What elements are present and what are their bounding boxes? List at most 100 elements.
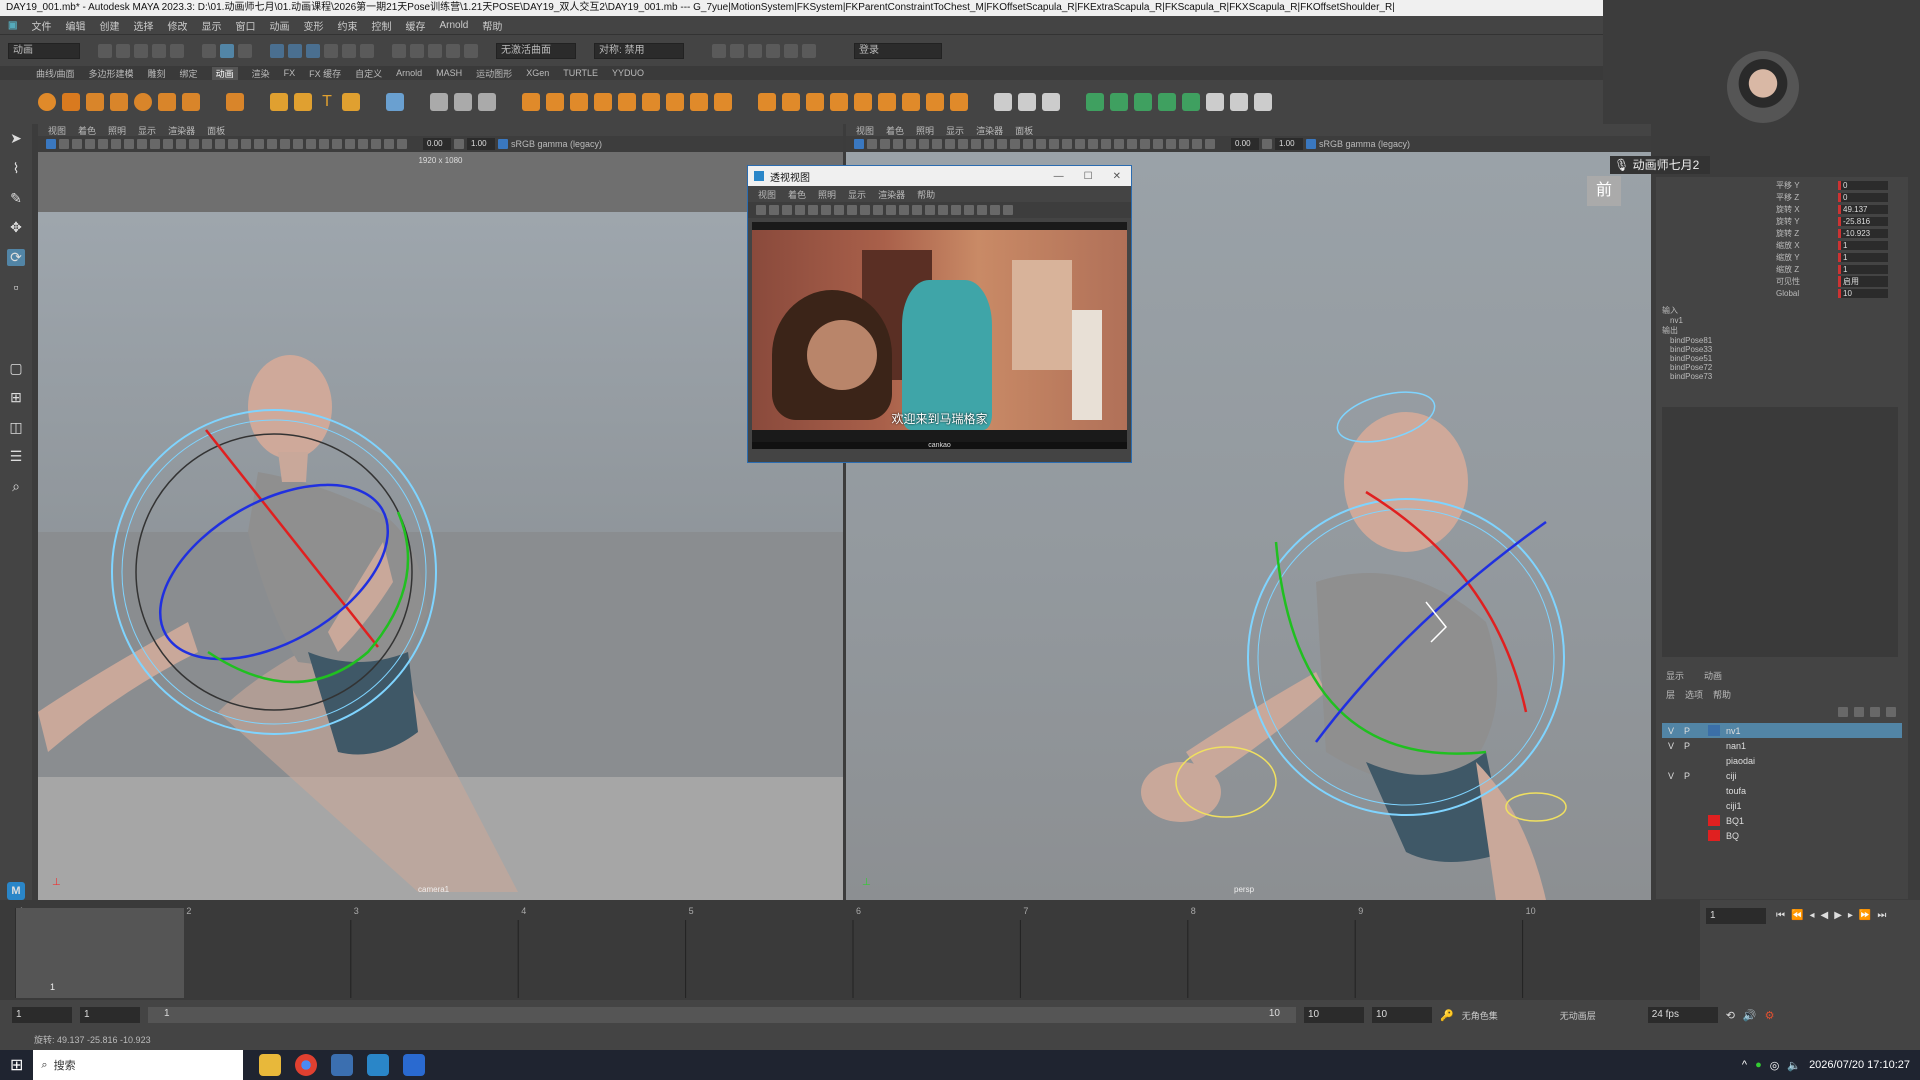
panel-icon[interactable]: [867, 139, 877, 149]
panel-icon[interactable]: [860, 205, 870, 215]
new-layer-icon[interactable]: [1870, 707, 1880, 717]
rotate-tool-icon[interactable]: ⟳: [7, 248, 25, 267]
panel-icon[interactable]: [241, 139, 251, 149]
save-scene-icon[interactable]: [134, 43, 148, 58]
camera-icon[interactable]: [854, 139, 864, 149]
reference-video[interactable]: 欢迎来到马瑞格家: [752, 222, 1127, 442]
panel-icon[interactable]: [1192, 139, 1202, 149]
snap-grid-icon[interactable]: [392, 43, 406, 58]
layer-playback-toggle[interactable]: P: [1684, 771, 1702, 781]
menu-help[interactable]: 帮助: [482, 18, 502, 33]
panel-menu-shading[interactable]: 着色: [78, 124, 96, 137]
panel-icon[interactable]: [1127, 139, 1137, 149]
panel-icon[interactable]: [189, 139, 199, 149]
key-icon[interactable]: [782, 93, 800, 111]
channel-value[interactable]: -10.923: [1838, 228, 1888, 238]
taskbar-search[interactable]: ⌕ 搜索: [33, 1050, 244, 1080]
pause-icon[interactable]: [802, 43, 816, 58]
panel-icon[interactable]: [906, 139, 916, 149]
plane-icon[interactable]: [158, 93, 176, 111]
panel-icon[interactable]: [1010, 139, 1020, 149]
shelf-tab[interactable]: TURTLE: [563, 68, 598, 78]
channel-value[interactable]: 1: [1838, 240, 1888, 250]
panel-menu-help[interactable]: 帮助: [917, 188, 935, 201]
panel-menu-view[interactable]: 视图: [856, 124, 874, 137]
menu-deform[interactable]: 变形: [303, 18, 323, 33]
panel-menu-show[interactable]: 显示: [848, 188, 866, 201]
step-forward-icon[interactable]: ▸: [1848, 910, 1853, 921]
panel-icon[interactable]: [756, 205, 766, 215]
panel-icon[interactable]: [795, 205, 805, 215]
cone-icon[interactable]: [110, 93, 128, 111]
select-tool-icon[interactable]: ➤: [7, 130, 25, 148]
channel-row[interactable]: 平移 Y 0: [1776, 179, 1908, 191]
select-hierarchy-icon[interactable]: [202, 43, 216, 58]
panel-icon[interactable]: [971, 139, 981, 149]
panel-icon[interactable]: [111, 139, 121, 149]
panel-icon[interactable]: [254, 139, 264, 149]
key-icon[interactable]: [854, 93, 872, 111]
mask-icon[interactable]: [270, 43, 284, 58]
platonic-icon[interactable]: [226, 93, 244, 111]
output-node[interactable]: bindPose81: [1662, 336, 1908, 345]
maya-taskbar-icon[interactable]: [367, 1054, 390, 1076]
playback-end-field[interactable]: 10: [1304, 1007, 1364, 1023]
panel-icon[interactable]: [1166, 139, 1176, 149]
key-icon[interactable]: [758, 93, 776, 111]
network-icon[interactable]: ◎: [1770, 1059, 1780, 1072]
panel-icon[interactable]: [1114, 139, 1124, 149]
panel-menu-renderer[interactable]: 渲染器: [168, 124, 195, 137]
app-icon[interactable]: [403, 1054, 426, 1076]
shelf-tab[interactable]: YYDUO: [612, 68, 644, 78]
key-icon[interactable]: [902, 93, 920, 111]
layer-menu-options[interactable]: 选项: [1685, 688, 1703, 701]
channel-value[interactable]: 1: [1838, 252, 1888, 262]
render-icon[interactable]: [1110, 93, 1128, 111]
deform-icon[interactable]: [666, 93, 684, 111]
shelf-tab[interactable]: 雕刻: [148, 67, 166, 80]
panel-icon[interactable]: [938, 205, 948, 215]
render-icon[interactable]: [1158, 93, 1176, 111]
panel-icon[interactable]: [1179, 139, 1189, 149]
panel-icon[interactable]: [932, 139, 942, 149]
select-component-icon[interactable]: [238, 43, 252, 58]
panel-icon[interactable]: [1205, 139, 1215, 149]
panel-icon[interactable]: [280, 139, 290, 149]
panel-icon[interactable]: [72, 139, 82, 149]
colorspace-icon[interactable]: [1306, 139, 1316, 149]
panel-icon[interactable]: [893, 139, 903, 149]
colorspace-label[interactable]: sRGB gamma (legacy): [511, 139, 602, 149]
menuset-dropdown[interactable]: 动画: [8, 42, 80, 59]
layer-visibility-toggle[interactable]: V: [1668, 771, 1678, 781]
channel-row[interactable]: Global 10: [1776, 287, 1908, 299]
go-to-end-icon[interactable]: ⏭: [1877, 910, 1886, 921]
tray-chevron-icon[interactable]: ^: [1742, 1059, 1747, 1071]
panel-icon[interactable]: [984, 139, 994, 149]
deform-icon[interactable]: [714, 93, 732, 111]
channel-row[interactable]: 可见性 启用: [1776, 275, 1908, 287]
shelf-tab[interactable]: FX 缓存: [309, 67, 341, 80]
panel-icon[interactable]: [228, 139, 238, 149]
layer-playback-toggle[interactable]: P: [1684, 726, 1702, 736]
panel-icon[interactable]: [880, 139, 890, 149]
panel-icon[interactable]: [150, 139, 160, 149]
layer-down-icon[interactable]: [1854, 707, 1864, 717]
menu-select[interactable]: 选择: [133, 18, 153, 33]
panel-icon[interactable]: [397, 139, 407, 149]
layer-color-swatch[interactable]: [1708, 815, 1720, 826]
maya-m-icon[interactable]: M: [7, 882, 25, 901]
menu-display[interactable]: 显示: [201, 18, 221, 33]
torus-icon[interactable]: [134, 93, 152, 111]
panel-icon[interactable]: [1003, 205, 1013, 215]
colorspace-icon[interactable]: [498, 139, 508, 149]
panel-icon[interactable]: [59, 139, 69, 149]
svg-icon[interactable]: [342, 93, 360, 111]
channel-row[interactable]: 缩放 Z 1: [1776, 263, 1908, 275]
channel-value[interactable]: 0: [1838, 180, 1888, 190]
exposure-field[interactable]: 0.00: [423, 138, 451, 150]
key-icon[interactable]: [950, 93, 968, 111]
lock-icon[interactable]: [360, 43, 374, 58]
output-node[interactable]: bindPose73: [1662, 372, 1908, 381]
panel-icon[interactable]: [85, 139, 95, 149]
layer-color-swatch[interactable]: [1708, 785, 1720, 796]
